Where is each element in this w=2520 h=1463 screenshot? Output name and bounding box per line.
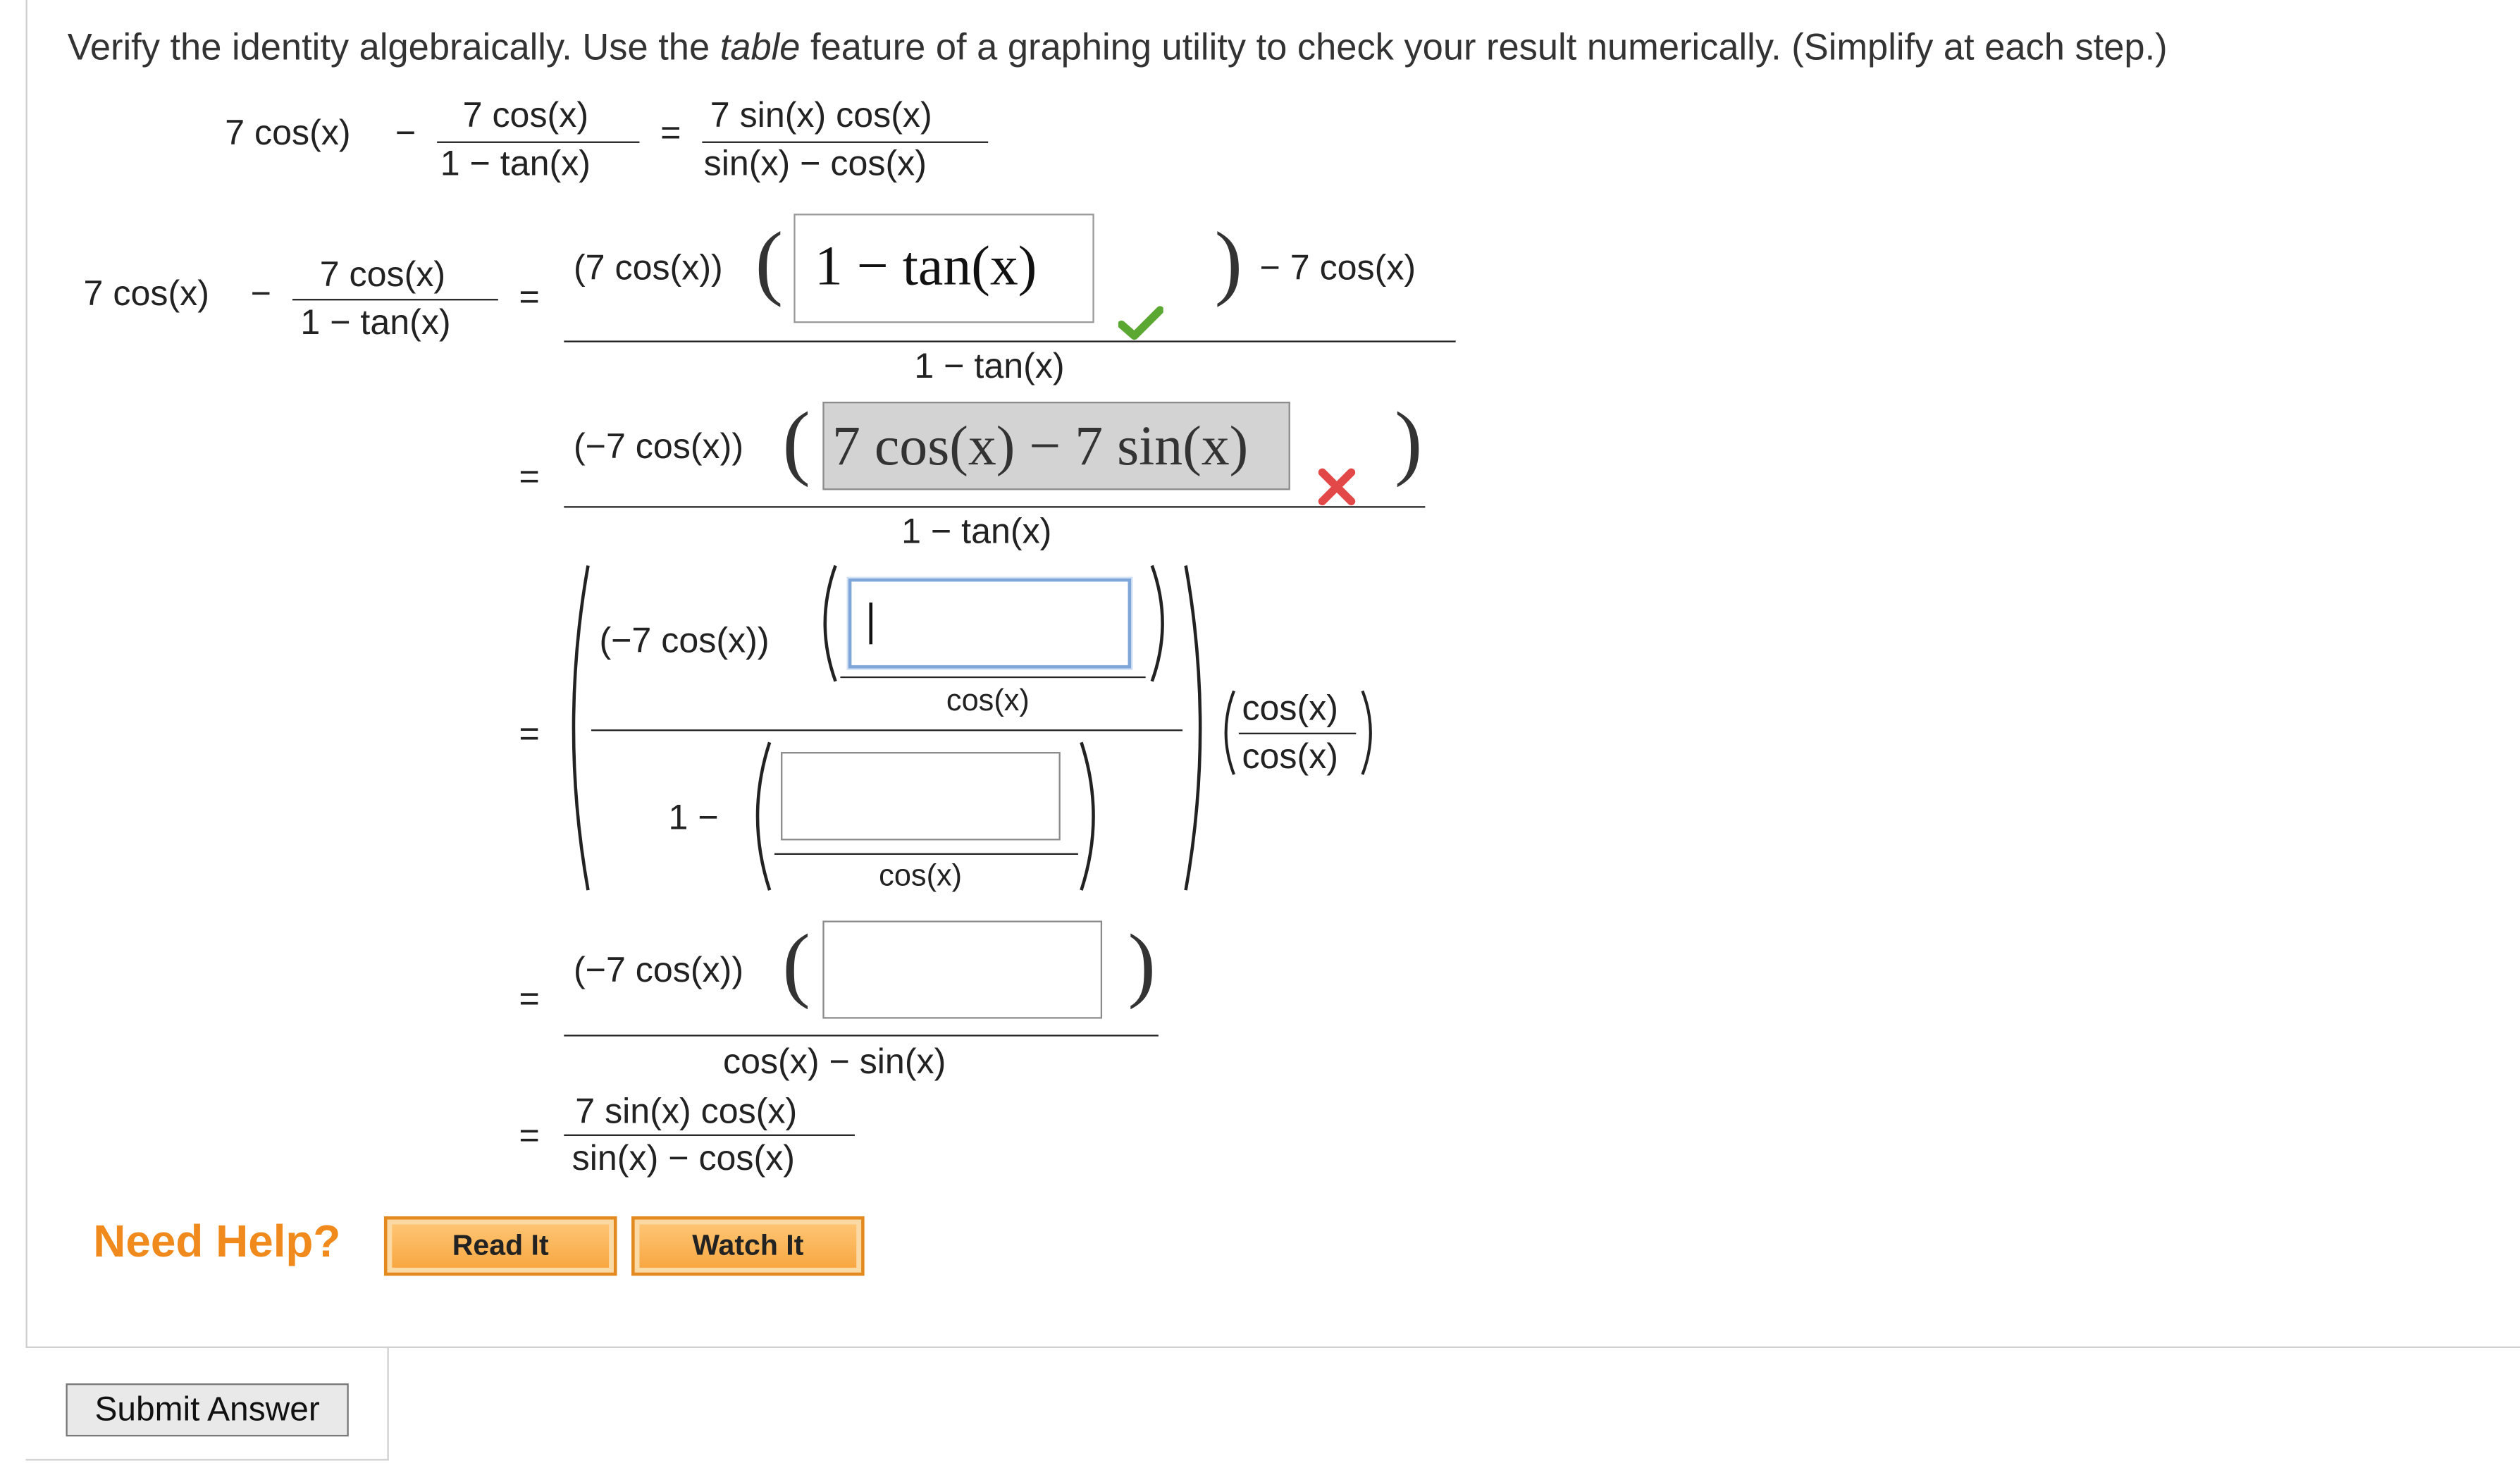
check-icon bbox=[1118, 306, 1163, 340]
step3-inner-top-den: cos(x) bbox=[946, 684, 1030, 719]
step5-frac-bar bbox=[564, 1134, 855, 1136]
step2-prefix: (−7 cos(x)) bbox=[573, 426, 744, 467]
instructions-emphasis: table bbox=[719, 25, 801, 68]
step1-frac-bar bbox=[564, 340, 1456, 342]
step3-equals: = bbox=[519, 713, 540, 754]
instructions-part2: feature of a graphing utility to check y… bbox=[800, 25, 2168, 68]
instructions: Verify the identity algebraically. Use t… bbox=[68, 25, 2168, 69]
identity-equals: = bbox=[660, 112, 681, 153]
watch-it-button[interactable]: Watch It bbox=[631, 1216, 865, 1276]
step3-inner-left-paren bbox=[823, 564, 837, 682]
step4-equals: = bbox=[519, 978, 540, 1019]
identity-rhs-num: 7 sin(x) cos(x) bbox=[710, 94, 932, 135]
step4-left-paren: ( bbox=[782, 919, 810, 1011]
step4-right-paren: ) bbox=[1128, 919, 1156, 1011]
step4-prefix: (−7 cos(x)) bbox=[573, 949, 744, 990]
step1-suffix: − 7 cos(x) bbox=[1259, 247, 1416, 288]
submit-answer-button[interactable]: Submit Answer bbox=[66, 1383, 349, 1437]
step4-frac-bar bbox=[564, 1035, 1159, 1037]
start-minus: − bbox=[250, 273, 271, 314]
identity-rhs-den: sin(x) − cos(x) bbox=[703, 142, 927, 183]
instructions-part1: Verify the identity algebraically. Use t… bbox=[67, 25, 720, 68]
step3-inner-top-bar bbox=[840, 676, 1146, 679]
step3-mult-bar bbox=[1238, 732, 1357, 734]
step3-den-inner-bar bbox=[774, 853, 1078, 855]
step3-inner-right-paren bbox=[1150, 564, 1164, 682]
identity-minus: − bbox=[395, 112, 416, 153]
step3-big-right-paren bbox=[1184, 565, 1202, 891]
step2-frac-bar bbox=[564, 506, 1426, 508]
step5-equals: = bbox=[519, 1115, 540, 1156]
step3-prefix: (−7 cos(x)) bbox=[599, 620, 770, 661]
step1-right-paren: ) bbox=[1214, 216, 1243, 309]
step1-answer-text: 1 − tan(x) bbox=[814, 234, 1037, 297]
identity-frac-num: 7 cos(x) bbox=[462, 94, 589, 135]
step1-equals: = bbox=[519, 276, 540, 317]
start-frac-den: 1 − tan(x) bbox=[300, 302, 451, 342]
step3-big-left-paren bbox=[572, 565, 590, 891]
step3-den-left-paren bbox=[755, 741, 772, 891]
start-lhs-term: 7 cos(x) bbox=[83, 273, 209, 314]
text-cursor bbox=[869, 603, 872, 645]
step3-mult-num: cos(x) bbox=[1242, 687, 1338, 728]
step2-equals: = bbox=[519, 456, 540, 497]
step3-den-right-paren bbox=[1080, 741, 1095, 891]
step3-den-inner-den: cos(x) bbox=[879, 859, 963, 894]
step2-answer-box[interactable]: 7 cos(x) − 7 sin(x) bbox=[822, 402, 1290, 490]
start-frac-num: 7 cos(x) bbox=[319, 254, 446, 295]
step1-answer-box[interactable]: 1 − tan(x) bbox=[793, 214, 1094, 323]
step2-left-paren: ( bbox=[782, 397, 810, 489]
step1-left-paren: ( bbox=[755, 216, 784, 309]
identity-frac-den: 1 − tan(x) bbox=[440, 142, 591, 183]
step1-denominator: 1 − tan(x) bbox=[914, 345, 1065, 386]
step2-answer-text: 7 cos(x) − 7 sin(x) bbox=[832, 414, 1249, 478]
step4-input[interactable] bbox=[822, 920, 1103, 1019]
question-panel bbox=[25, 0, 2520, 1348]
read-it-button[interactable]: Read It bbox=[383, 1216, 617, 1276]
step3-mult-left-paren bbox=[1224, 690, 1235, 775]
identity-lhs-term: 7 cos(x) bbox=[225, 112, 351, 153]
step3-mult-den: cos(x) bbox=[1242, 736, 1338, 777]
need-help-label: Need Help? bbox=[93, 1216, 341, 1266]
step3-main-bar bbox=[591, 729, 1183, 732]
step2-right-paren: ) bbox=[1395, 397, 1423, 489]
step3-bottom-input[interactable] bbox=[781, 752, 1061, 841]
step2-denominator: 1 − tan(x) bbox=[901, 511, 1052, 552]
step3-top-input[interactable] bbox=[848, 578, 1132, 669]
start-frac-bar bbox=[292, 299, 498, 301]
step1-prefix: (7 cos(x)) bbox=[573, 247, 723, 288]
step5-num: 7 sin(x) cos(x) bbox=[575, 1091, 798, 1132]
step3-mult-right-paren bbox=[1361, 690, 1372, 775]
step3-one-minus: 1 − bbox=[668, 796, 719, 837]
step5-den: sin(x) − cos(x) bbox=[572, 1137, 796, 1178]
cross-icon bbox=[1318, 468, 1356, 506]
question-stage: Verify the identity algebraically. Use t… bbox=[0, 0, 2520, 1462]
step4-denominator: cos(x) − sin(x) bbox=[723, 1041, 946, 1082]
